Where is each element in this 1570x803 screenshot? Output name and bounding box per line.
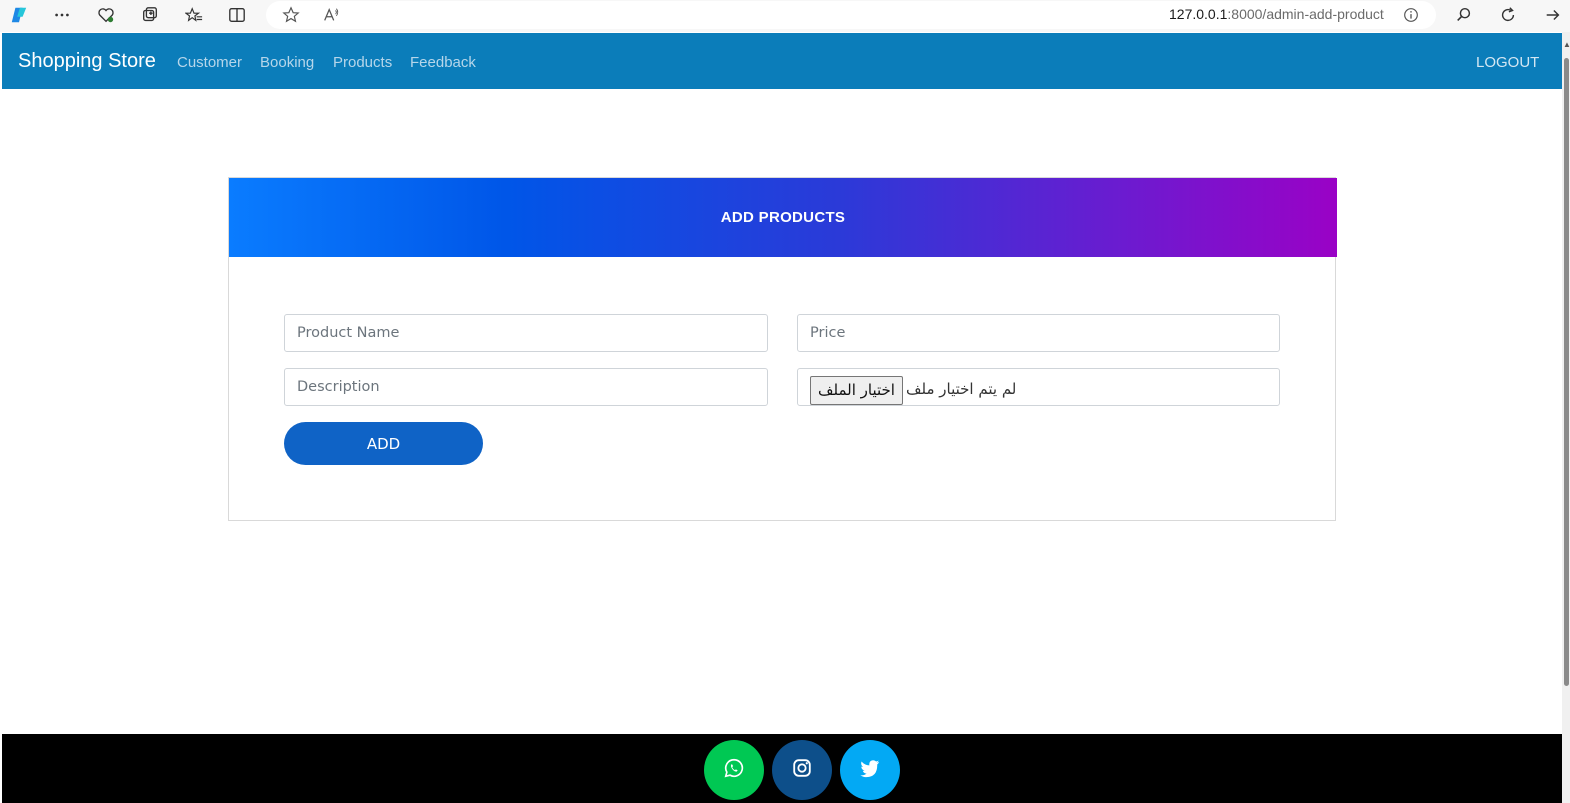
card-header: ADD PRODUCTS — [229, 178, 1337, 257]
whatsapp-icon — [723, 757, 745, 784]
price-input[interactable] — [797, 314, 1280, 352]
browser-essentials-icon[interactable] — [93, 4, 119, 26]
logout-link[interactable]: LOGOUT — [1476, 54, 1539, 71]
collections-icon[interactable] — [137, 4, 163, 26]
search-icon[interactable] — [1451, 4, 1477, 26]
brand-link[interactable]: Shopping Store — [18, 50, 156, 73]
form-title: ADD PRODUCTS — [720, 209, 846, 226]
scroll-up-arrow-icon[interactable]: ▲ — [1563, 40, 1570, 49]
nav-booking-link[interactable]: Booking — [260, 54, 314, 71]
choose-file-button[interactable]: اختيار الملف — [810, 376, 903, 405]
add-favorite-star-icon[interactable] — [278, 4, 304, 26]
read-aloud-icon[interactable] — [318, 4, 344, 26]
scrollbar-thumb[interactable] — [1564, 58, 1569, 686]
add-product-button[interactable]: ADD — [284, 422, 483, 465]
product-name-input[interactable] — [284, 314, 768, 352]
file-status-text: لم يتم اختيار ملف — [906, 380, 1017, 398]
forward-arrow-icon[interactable] — [1540, 4, 1566, 26]
instagram-icon — [791, 757, 813, 784]
twitter-button[interactable] — [840, 740, 900, 800]
instagram-button[interactable] — [772, 740, 832, 800]
page-viewport: Shopping Store Customer Booking Products… — [2, 32, 1562, 803]
nav-feedback-link[interactable]: Feedback — [410, 54, 476, 71]
site-info-icon[interactable] — [1398, 4, 1424, 26]
address-url[interactable]: 127.0.0.1:8000/admin-add-product — [1169, 6, 1384, 22]
browser-toolbar: 127.0.0.1:8000/admin-add-product — [0, 0, 1570, 32]
add-product-card: ADD PRODUCTS اختيار الملف لم يتم اختيار … — [228, 177, 1337, 521]
footer — [2, 734, 1562, 803]
favorites-icon[interactable] — [181, 4, 207, 26]
refresh-icon[interactable] — [1495, 4, 1521, 26]
image-file-input[interactable]: اختيار الملف لم يتم اختيار ملف — [797, 368, 1280, 406]
more-options-icon[interactable] — [49, 4, 75, 26]
split-screen-icon[interactable] — [224, 4, 250, 26]
whatsapp-button[interactable] — [704, 740, 764, 800]
address-path: :8000/admin-add-product — [1227, 6, 1384, 22]
address-host: 127.0.0.1 — [1169, 6, 1228, 22]
nav-products-link[interactable]: Products — [333, 54, 392, 71]
twitter-icon — [859, 757, 881, 784]
nav-customer-link[interactable]: Customer — [177, 54, 242, 71]
description-input[interactable] — [284, 368, 768, 406]
navbar: Shopping Store Customer Booking Products… — [2, 33, 1562, 89]
copilot-icon[interactable] — [6, 4, 32, 26]
